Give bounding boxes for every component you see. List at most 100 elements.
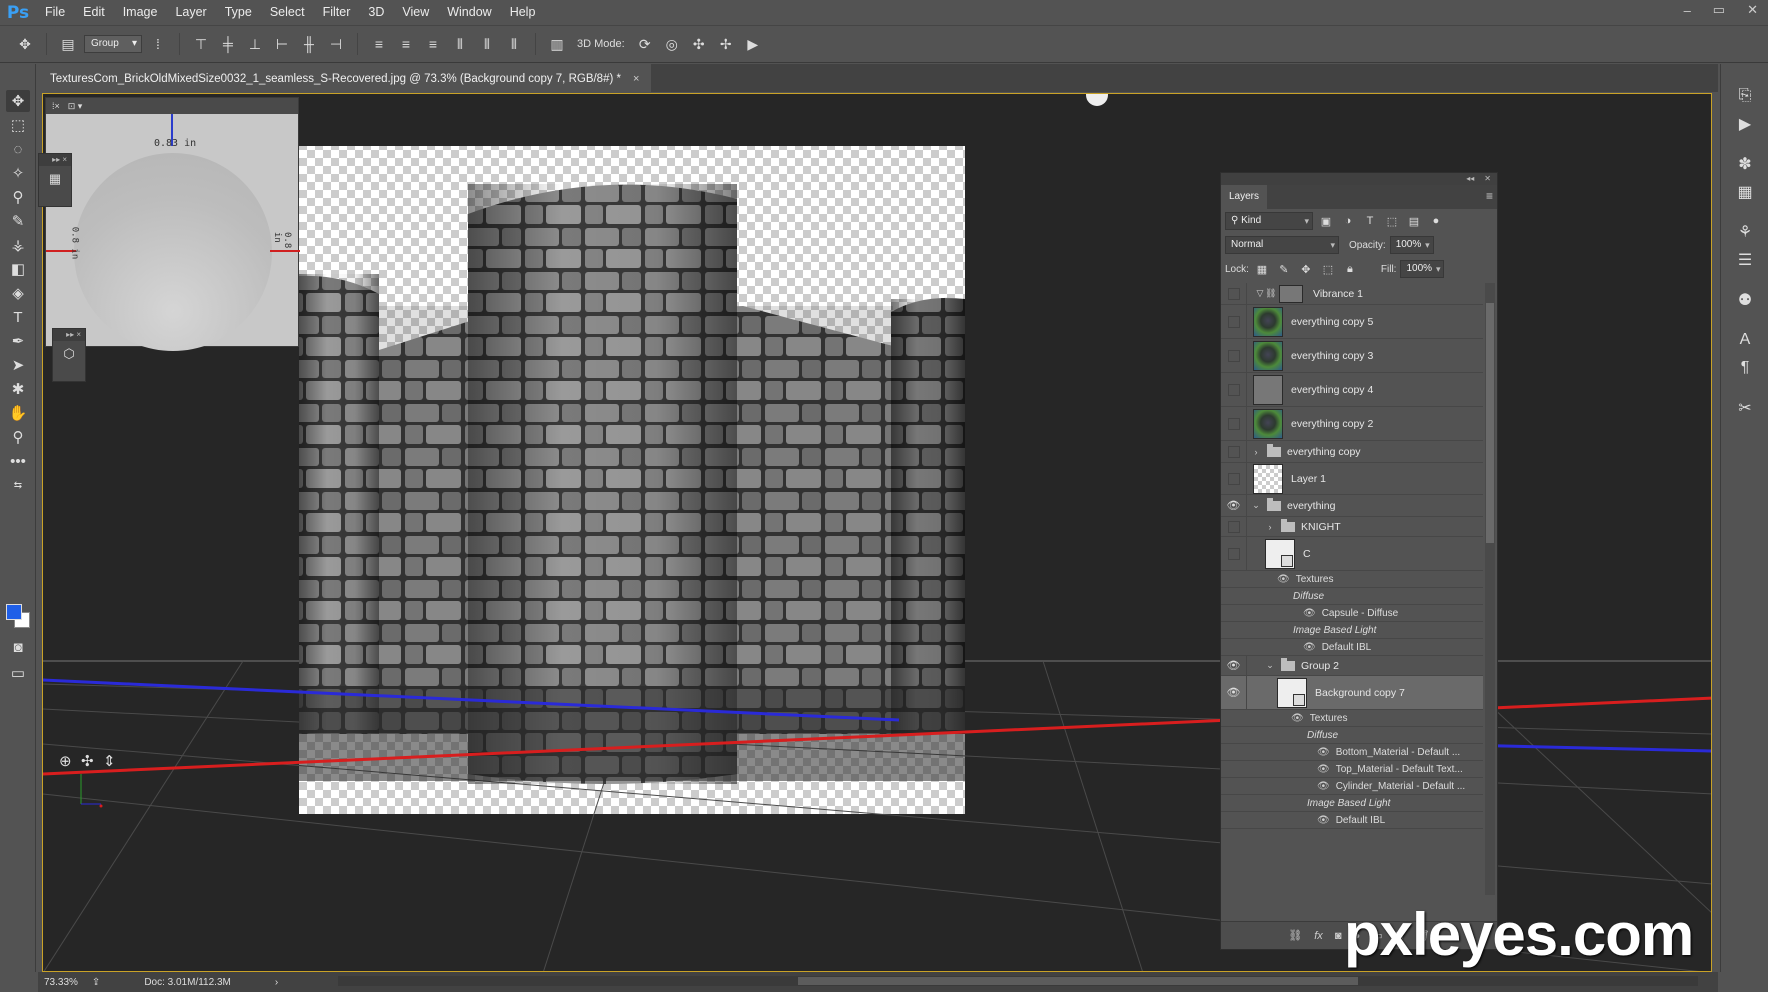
visibility-toggle[interactable] — [1221, 517, 1247, 536]
link-layers-icon[interactable]: ⛓ — [1288, 929, 1302, 942]
stamp-tool-icon[interactable]: ⚶ — [6, 234, 30, 256]
eye-icon[interactable]: 👁︎ — [1277, 574, 1290, 585]
auto-select-icon[interactable]: ▤ — [57, 33, 79, 55]
align-left-icon[interactable]: ⊢ — [271, 33, 293, 55]
collapse-chevron-icon[interactable]: ⌄ — [1251, 500, 1261, 511]
align-bottom-icon[interactable]: ⊥ — [244, 33, 266, 55]
minimize-button[interactable]: – — [1684, 3, 1691, 18]
paint-bucket-tool-icon[interactable]: ◈ — [6, 282, 30, 304]
bg-top-row[interactable]: 👁︎ Top_Material - Default Text... — [1221, 761, 1483, 778]
libraries-icon[interactable]: ⚉ — [1733, 288, 1757, 312]
tool-presets-icon[interactable]: ✂ — [1733, 396, 1757, 420]
layer-group-everything[interactable]: 👁︎ ⌄ everything — [1221, 495, 1483, 517]
scrollbar-thumb[interactable] — [798, 977, 1358, 985]
more-tools-icon[interactable]: ••• — [6, 450, 30, 472]
menu-view[interactable]: View — [393, 0, 438, 25]
eraser-tool-icon[interactable]: ◧ — [6, 258, 30, 280]
align-hcenter-icon[interactable]: ╫ — [298, 33, 320, 55]
auto-align-icon[interactable]: ▥ — [546, 33, 568, 55]
bg-bottom-row[interactable]: 👁︎ Bottom_Material - Default ... — [1221, 744, 1483, 761]
collapse-chevron-icon[interactable]: ⌄ — [1265, 660, 1275, 671]
expand-chevron-icon[interactable]: › — [1265, 522, 1275, 532]
visibility-toggle[interactable] — [1221, 463, 1247, 494]
eye-icon[interactable]: 👁︎ — [1317, 764, 1330, 775]
paragraph-icon[interactable]: ¶ — [1733, 356, 1757, 380]
filter-toggle-icon[interactable]: ● — [1427, 212, 1445, 230]
layer-group-2[interactable]: 👁︎ ⌄ Group 2 — [1221, 656, 1483, 676]
type-tool-icon[interactable]: T — [6, 306, 30, 328]
close-tab-button[interactable]: × — [633, 73, 639, 85]
layer-vibrance[interactable]: ▽ ⛓ Vibrance 1 — [1221, 283, 1483, 305]
lock-position-icon[interactable]: ✥ — [1297, 260, 1315, 278]
swatches-icon[interactable]: ▦ — [1733, 180, 1757, 204]
eye-icon[interactable]: 👁︎ — [1303, 642, 1316, 653]
layer-background-copy-7[interactable]: 👁︎ Background copy 7 — [1221, 676, 1483, 710]
filter-shape-icon[interactable]: ⬚ — [1383, 212, 1401, 230]
distribute-vcenter-icon[interactable]: ≡ — [395, 33, 417, 55]
bg-cylinder-row[interactable]: 👁︎ Cylinder_Material - Default ... — [1221, 778, 1483, 795]
menu-select[interactable]: Select — [261, 0, 314, 25]
menu-image[interactable]: Image — [114, 0, 167, 25]
auto-select-dropdown[interactable]: Group — [84, 35, 142, 53]
float-panel-close-icon[interactable]: ▸▸ × — [53, 329, 85, 341]
move-tool-preset-icon[interactable]: ✥ — [14, 33, 36, 55]
layer-layer-1[interactable]: Layer 1 — [1221, 463, 1483, 495]
magic-wand-tool-icon[interactable]: ✧ — [6, 162, 30, 184]
visibility-toggle[interactable] — [1221, 339, 1247, 372]
visibility-toggle[interactable] — [1221, 283, 1247, 304]
foreground-color-swatch[interactable] — [6, 604, 22, 620]
menu-filter[interactable]: Filter — [314, 0, 360, 25]
status-menu-arrow-icon[interactable]: › — [275, 977, 278, 988]
layers-scrollbar[interactable] — [1485, 283, 1495, 895]
eye-icon[interactable]: 👁︎ — [1221, 656, 1247, 675]
orbit-3d-icon[interactable]: ⟳ — [634, 33, 656, 55]
roll-3d-icon[interactable]: ◎ — [661, 33, 683, 55]
slide-3d-icon[interactable]: ✢ — [715, 33, 737, 55]
visibility-toggle[interactable] — [1221, 441, 1247, 462]
document-tab[interactable]: TexturesCom_BrickOldMixedSize0032_1_seam… — [38, 64, 652, 92]
marquee-tool-icon[interactable]: ⬚ — [6, 114, 30, 136]
menu-window[interactable]: Window — [438, 0, 500, 25]
screen-mode-icon[interactable]: ▭ — [6, 662, 30, 684]
pan-camera-icon[interactable]: ✣ — [81, 752, 94, 770]
filter-type-icon[interactable]: T — [1361, 212, 1379, 230]
layer-3d-c[interactable]: C — [1221, 537, 1483, 571]
swap-colors-icon[interactable]: ⇆ — [6, 474, 30, 496]
visibility-toggle[interactable] — [1221, 407, 1247, 440]
pen-tool-icon[interactable]: ✒ — [6, 330, 30, 352]
lasso-tool-icon[interactable]: ◌ — [6, 138, 30, 160]
close-panel-icon[interactable]: ✕ — [1484, 173, 1491, 185]
menu-type[interactable]: Type — [216, 0, 261, 25]
view-options-icon[interactable]: ⊡ ▾ — [68, 101, 83, 112]
layer-style-button[interactable]: fx — [1314, 930, 1323, 942]
eyedropper-tool-icon[interactable]: ⚲ — [6, 186, 30, 208]
layer-everything-copy-5[interactable]: everything copy 5 — [1221, 305, 1483, 339]
path-selection-tool-icon[interactable]: ➤ — [6, 354, 30, 376]
opacity-field[interactable]: 100% — [1389, 236, 1434, 254]
distribute-top-icon[interactable]: ≡ — [368, 33, 390, 55]
float-panel-close-icon[interactable]: ▸▸ × — [39, 154, 71, 166]
eye-icon[interactable]: 👁︎ — [1291, 713, 1304, 724]
scrollbar-thumb[interactable] — [1486, 303, 1494, 543]
eye-icon[interactable]: 👁︎ — [1317, 815, 1330, 826]
share-icon[interactable]: ⇪ — [92, 977, 100, 988]
collapse-panel-icon[interactable]: ◂◂ — [1466, 173, 1474, 185]
color-icon[interactable]: ✽ — [1733, 152, 1757, 176]
align-vcenter-icon[interactable]: ╪ — [217, 33, 239, 55]
layer-everything-copy-4[interactable]: everything copy 4 — [1221, 373, 1483, 407]
adjustments-icon[interactable]: ☰ — [1733, 248, 1757, 272]
distribute-hcenter-icon[interactable]: ⦀ — [476, 33, 498, 55]
actions-play-icon[interactable]: ▶ — [1733, 112, 1757, 136]
brush-tool-icon[interactable]: ✎ — [6, 210, 30, 232]
bg-textures-row[interactable]: 👁︎ Textures — [1221, 710, 1483, 727]
filter-adjustment-icon[interactable]: ◑ — [1339, 212, 1357, 230]
visibility-toggle[interactable] — [1221, 537, 1247, 570]
bg-default-ibl-row[interactable]: 👁︎ Default IBL — [1221, 812, 1483, 829]
quick-mask-icon[interactable]: ◙ — [6, 636, 30, 658]
layer-group-knight[interactable]: › KNIGHT — [1221, 517, 1483, 537]
hand-tool-icon[interactable]: ✋ — [6, 402, 30, 424]
distribute-right-icon[interactable]: ⦀ — [503, 33, 525, 55]
align-top-icon[interactable]: ⊤ — [190, 33, 212, 55]
eye-icon[interactable]: 👁︎ — [1317, 781, 1330, 792]
transform-controls-icon[interactable]: ⁞ — [147, 33, 169, 55]
